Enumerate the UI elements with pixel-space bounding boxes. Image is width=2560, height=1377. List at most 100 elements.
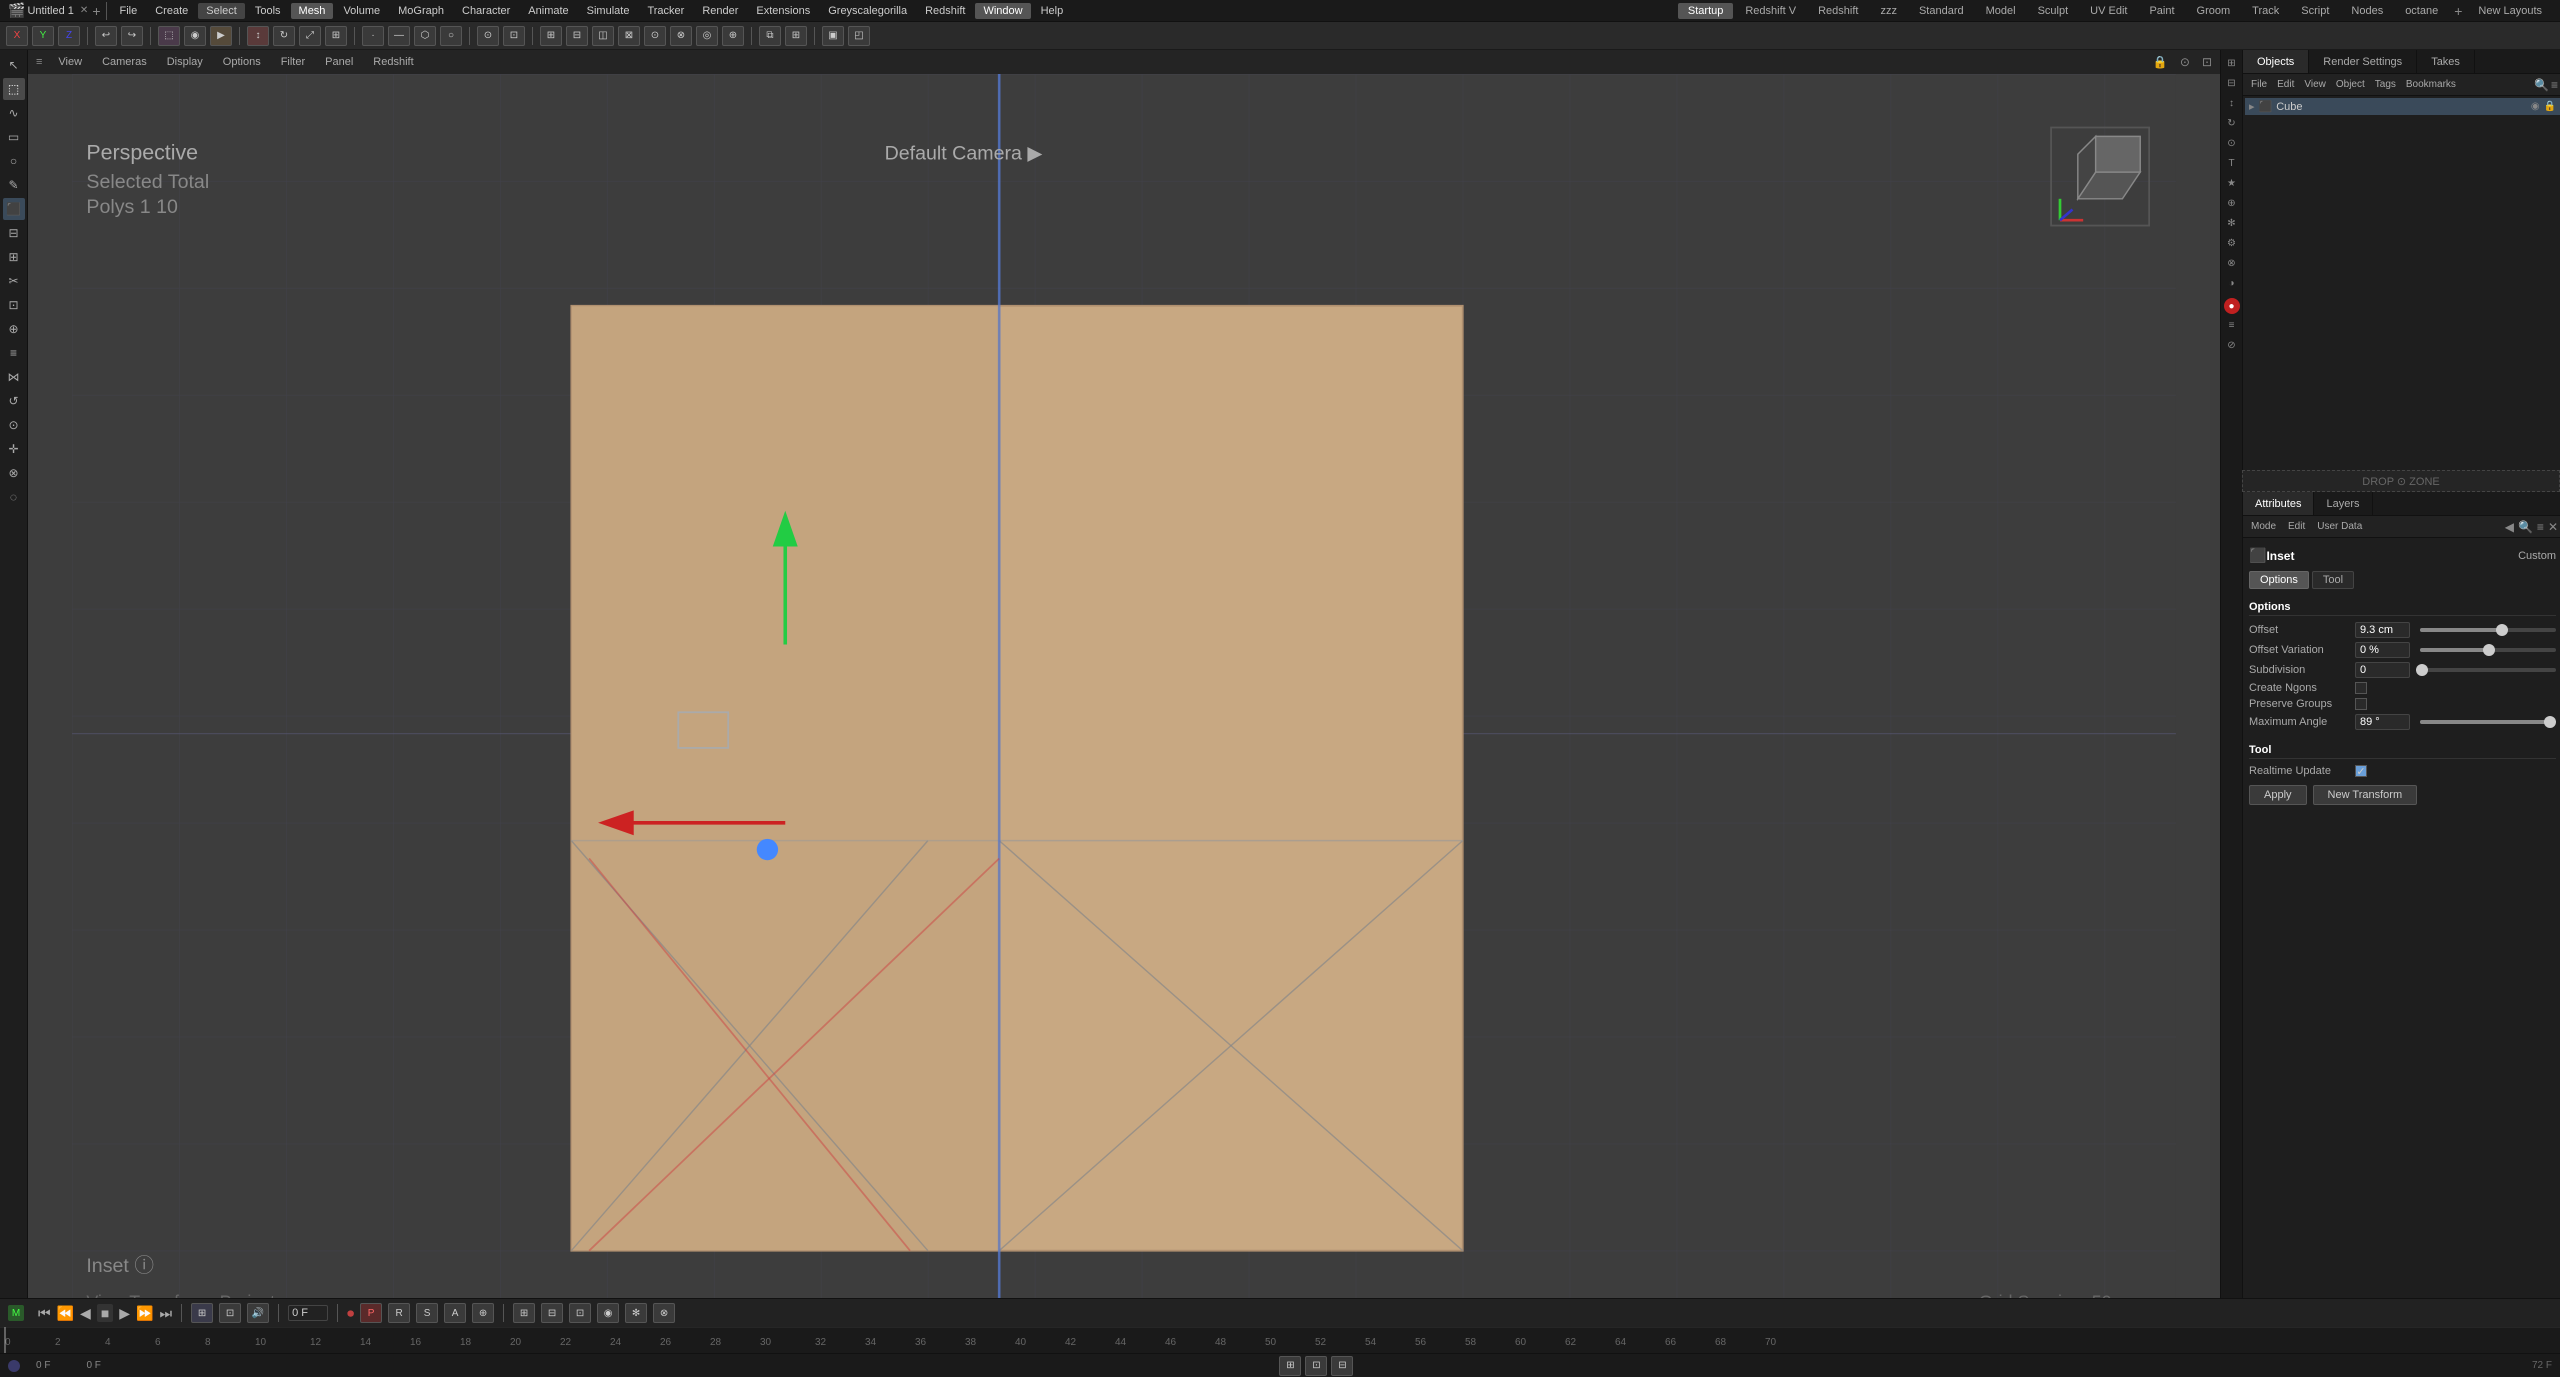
tool-dissolve[interactable]: ◌ — [3, 486, 25, 508]
menu-redshift[interactable]: Redshift — [917, 3, 973, 19]
mode-startup[interactable]: Startup — [1678, 3, 1733, 19]
status-frame-start[interactable]: 0 F — [36, 1360, 50, 1371]
viewport-icon-3[interactable]: ⊡ — [2202, 55, 2212, 69]
offset-variation-slider[interactable] — [2420, 648, 2556, 652]
menu-file[interactable]: File — [112, 3, 146, 19]
render-btn[interactable]: ◉ — [184, 26, 206, 46]
filter-menu-item[interactable]: Filter — [277, 54, 309, 70]
menu-greyscalegorilla[interactable]: Greyscalegorilla — [820, 3, 915, 19]
rc-icon-7[interactable]: ★ — [2223, 174, 2241, 192]
rc-icon-8[interactable]: ⊕ — [2223, 194, 2241, 212]
points-mode-btn[interactable]: · — [362, 26, 384, 46]
obj-file-btn[interactable]: File — [2247, 79, 2271, 90]
menu-mesh[interactable]: Mesh — [291, 3, 334, 19]
stop-btn[interactable]: ■ — [97, 1304, 113, 1322]
axis-y-btn[interactable]: Y — [32, 26, 54, 46]
record-all[interactable]: A — [444, 1303, 466, 1323]
tool-l[interactable]: ◰ — [848, 26, 870, 46]
obj-edit-btn[interactable]: Edit — [2273, 79, 2298, 90]
tool-loop[interactable]: ⊟ — [3, 222, 25, 244]
tab-attributes[interactable]: Attributes — [2243, 492, 2314, 515]
tool-b[interactable]: ⊟ — [566, 26, 588, 46]
rc-icon-3[interactable]: ↕ — [2223, 94, 2241, 112]
goto-end-btn[interactable]: ⏭ — [160, 1305, 173, 1322]
mode-paint[interactable]: Paint — [2139, 3, 2184, 19]
attr-options-tab[interactable]: Options — [2249, 571, 2309, 589]
tool-stitch[interactable]: ⋈ — [3, 366, 25, 388]
max-angle-slider[interactable] — [2420, 720, 2556, 724]
rc-icon-12[interactable]: ◑ — [2223, 274, 2241, 292]
menu-mograph[interactable]: MoGraph — [390, 3, 452, 19]
object-mode-btn[interactable]: ○ — [440, 26, 462, 46]
tool-move2[interactable]: ✛ — [3, 438, 25, 460]
menu-extensions[interactable]: Extensions — [748, 3, 818, 19]
rotate-tool-btn[interactable]: ↻ — [273, 26, 295, 46]
new-transform-button[interactable]: New Transform — [2313, 785, 2418, 805]
mode-groom[interactable]: Groom — [2187, 3, 2241, 19]
tool-a[interactable]: ⊞ — [540, 26, 562, 46]
tool-h[interactable]: ⊕ — [722, 26, 744, 46]
status-icon-2[interactable]: ⊡ — [1305, 1356, 1327, 1376]
mode-nodes[interactable]: Nodes — [2341, 3, 2393, 19]
tool-d[interactable]: ⊠ — [618, 26, 640, 46]
rc-icon-11[interactable]: ⊗ — [2223, 254, 2241, 272]
redo-btn[interactable]: ↪ — [121, 26, 143, 46]
options-menu-item[interactable]: Options — [219, 54, 265, 70]
tab-render-settings[interactable]: Render Settings — [2309, 50, 2417, 73]
mode-track[interactable]: Track — [2242, 3, 2289, 19]
viewport[interactable]: ≡ View Cameras Display Options Filter Pa… — [28, 50, 2220, 1298]
tool-slide[interactable]: ⊞ — [3, 246, 25, 268]
tab-objects[interactable]: Objects — [2243, 50, 2309, 73]
attr-tool-tab[interactable]: Tool — [2312, 571, 2354, 589]
menu-render[interactable]: Render — [694, 3, 746, 19]
tool-g[interactable]: ◎ — [696, 26, 718, 46]
new-tab-btn[interactable]: + — [92, 3, 100, 19]
attr-mode-btn[interactable]: Mode — [2247, 521, 2280, 532]
tool-e[interactable]: ⊙ — [644, 26, 666, 46]
tool-rect[interactable]: ▭ — [3, 126, 25, 148]
tool-k[interactable]: ▣ — [822, 26, 844, 46]
mode-uvedit[interactable]: UV Edit — [2080, 3, 2137, 19]
axis-z-btn[interactable]: Z — [58, 26, 80, 46]
create-ngons-checkbox[interactable] — [2355, 682, 2367, 694]
offset-slider[interactable] — [2420, 628, 2556, 632]
max-angle-input[interactable] — [2355, 714, 2410, 730]
menu-tools[interactable]: Tools — [247, 3, 289, 19]
subdivision-slider[interactable] — [2420, 668, 2556, 672]
tool-knife[interactable]: ✂ — [3, 270, 25, 292]
realtime-update-checkbox[interactable]: ✓ — [2355, 765, 2367, 777]
timeline-mode-2[interactable]: ⊡ — [219, 1303, 241, 1323]
rc-icon-6[interactable]: T — [2223, 154, 2241, 172]
rc-icon-10[interactable]: ⚙ — [2223, 234, 2241, 252]
attr-close-icon[interactable]: ✕ — [2548, 520, 2558, 534]
play-reverse-btn[interactable]: ◀ — [80, 1305, 91, 1322]
record-special[interactable]: ⊕ — [472, 1303, 494, 1323]
record-btn[interactable]: ⏺ — [347, 1305, 354, 1322]
edges-mode-btn[interactable]: — — [388, 26, 410, 46]
attr-filter-icon[interactable]: ≡ — [2537, 520, 2544, 534]
menu-character[interactable]: Character — [454, 3, 518, 19]
record-rot[interactable]: R — [388, 1303, 410, 1323]
frame-input[interactable] — [288, 1305, 328, 1321]
mode-zzz[interactable]: zzz — [1870, 3, 1907, 19]
tool-j[interactable]: ⊞ — [785, 26, 807, 46]
rc-icon-red[interactable]: ● — [2224, 298, 2240, 314]
timeline-mode-1[interactable]: ⊞ — [191, 1303, 213, 1323]
render-active-btn[interactable]: ▶ — [210, 26, 232, 46]
attr-edit-btn[interactable]: Edit — [2284, 521, 2309, 532]
rc-icon-5[interactable]: ⊙ — [2223, 134, 2241, 152]
obj-bookmarks-btn[interactable]: Bookmarks — [2402, 79, 2460, 90]
status-icon-3[interactable]: ⊟ — [1331, 1356, 1353, 1376]
apply-button[interactable]: Apply — [2249, 785, 2307, 805]
tool-spin[interactable]: ↺ — [3, 390, 25, 412]
scale-tool-btn[interactable]: ⤢ — [299, 26, 321, 46]
cameras-menu-item[interactable]: Cameras — [98, 54, 151, 70]
tool-weld[interactable]: ⊗ — [3, 462, 25, 484]
tool-paint[interactable]: ✎ — [3, 174, 25, 196]
menu-animate[interactable]: Animate — [520, 3, 576, 19]
mode-script[interactable]: Script — [2291, 3, 2339, 19]
viewport-canvas[interactable]: Perspective Selected Total Polys 1 10 De… — [28, 74, 2220, 1298]
next-frame-btn[interactable]: ⏩ — [136, 1305, 153, 1322]
menu-help[interactable]: Help — [1033, 3, 1072, 19]
transform-tool-btn[interactable]: ⊞ — [325, 26, 347, 46]
